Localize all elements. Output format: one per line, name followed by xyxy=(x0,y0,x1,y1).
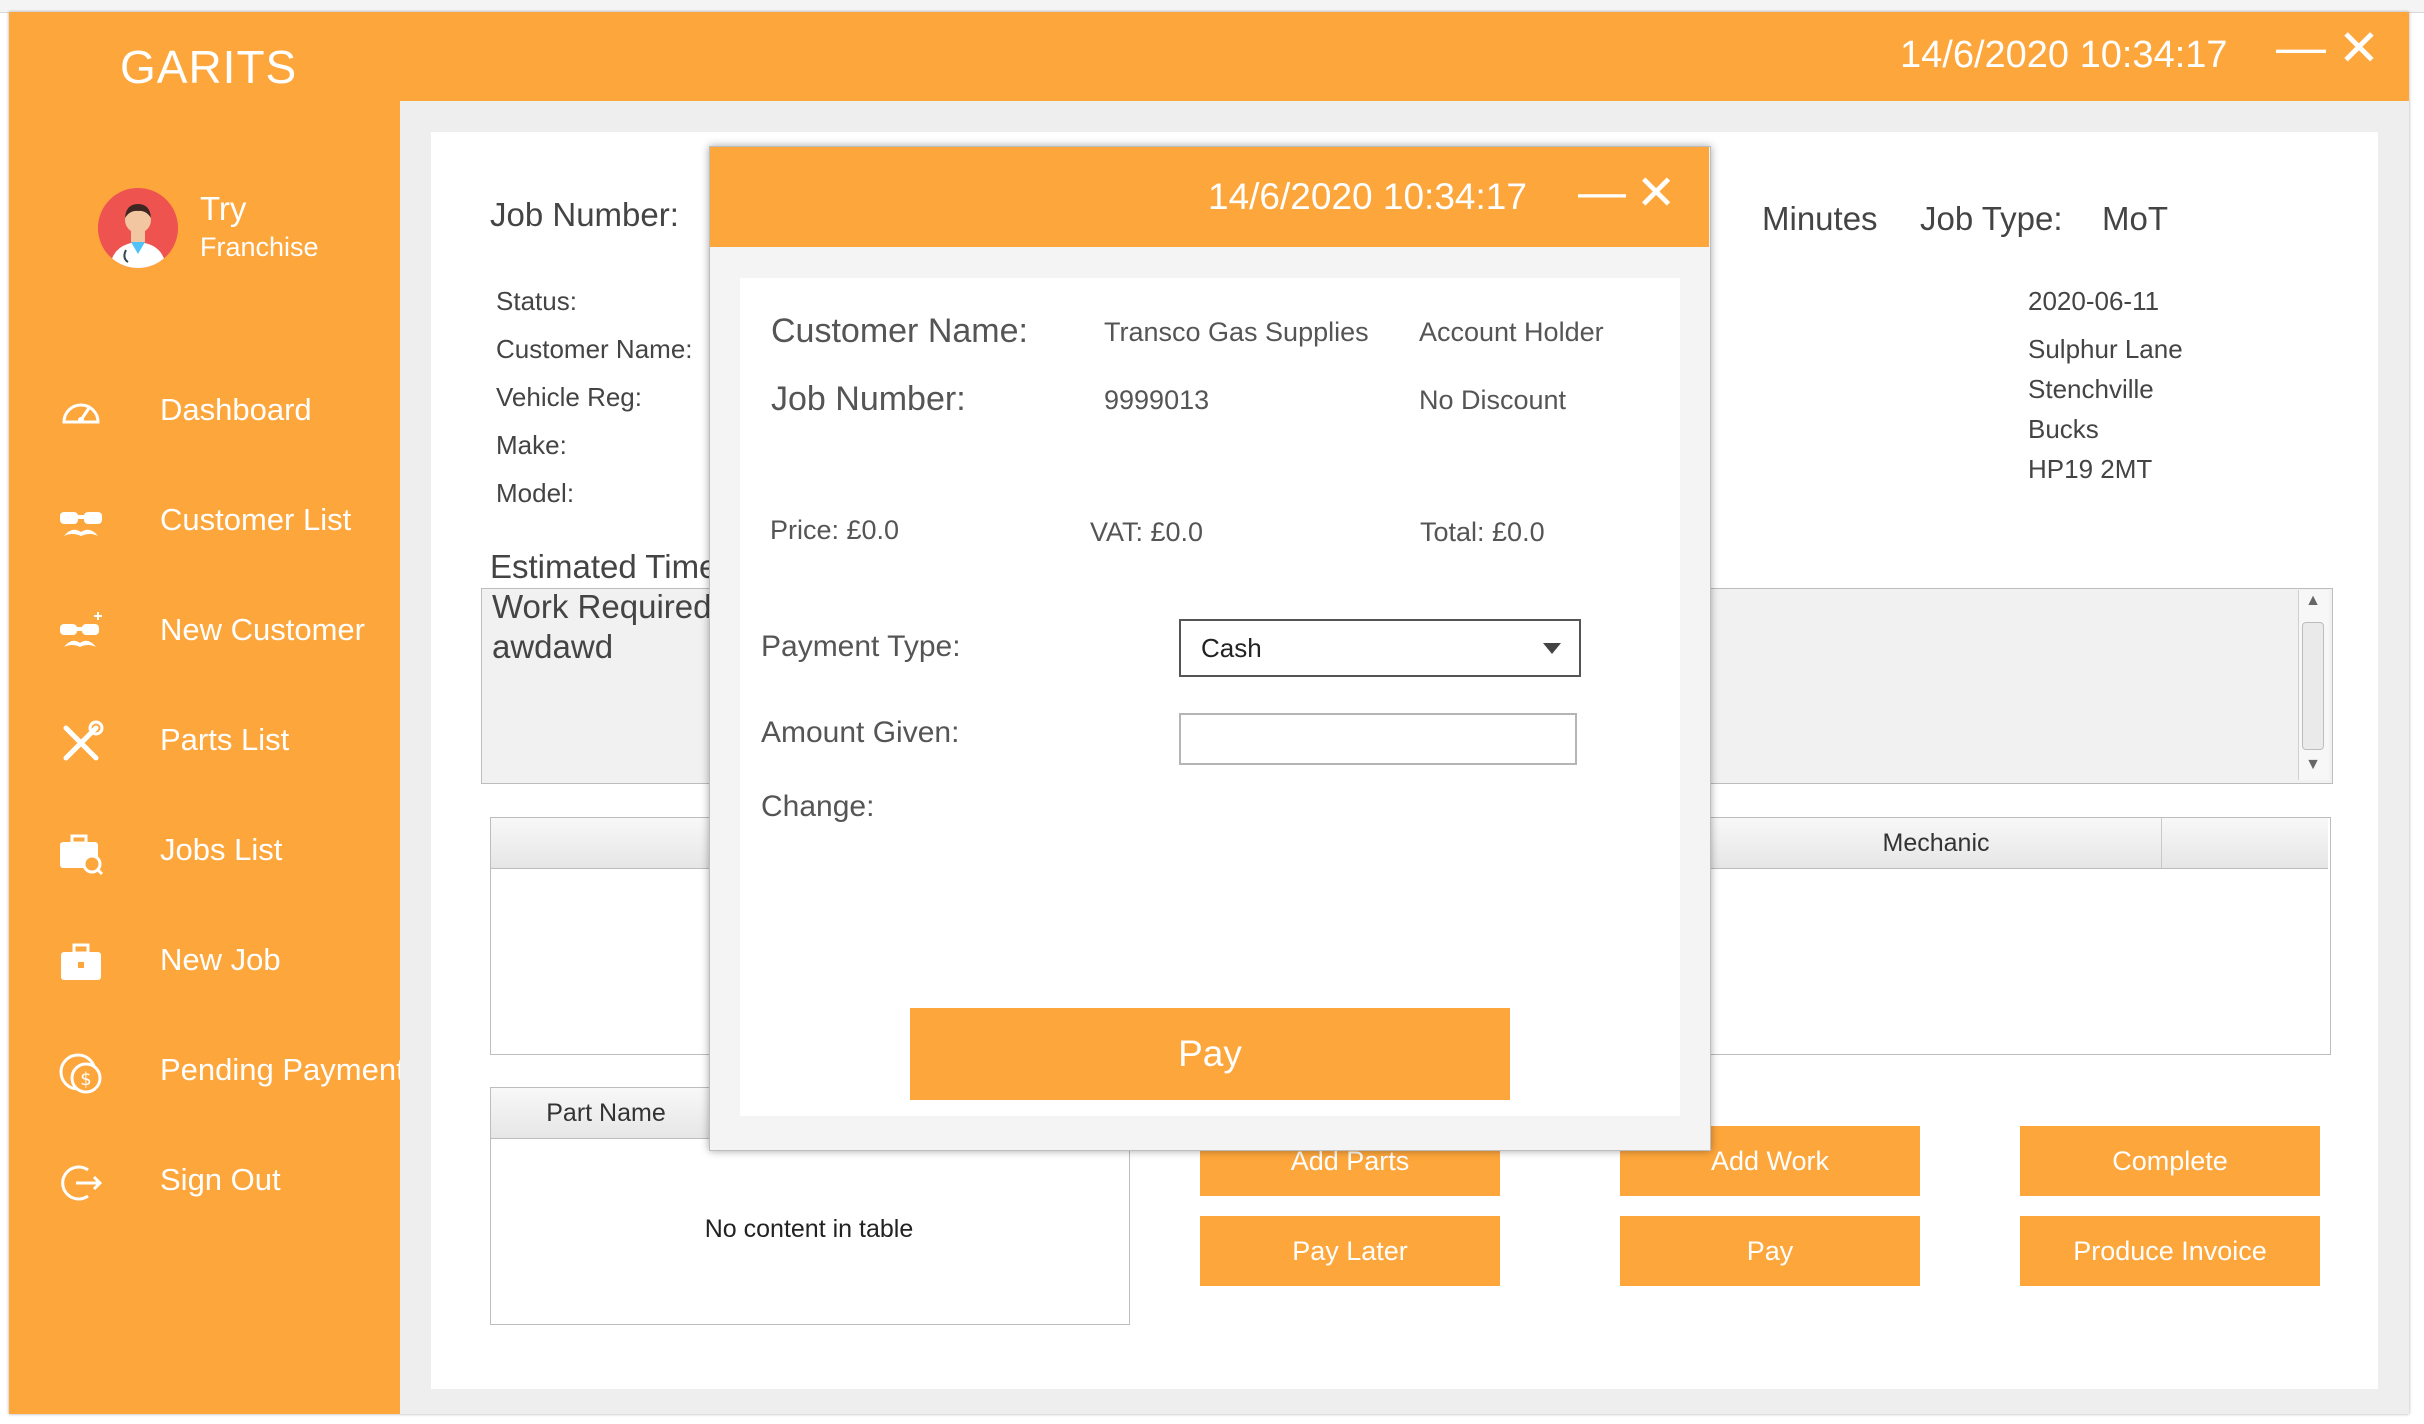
scroll-up-icon[interactable]: ▲ xyxy=(2300,592,2326,616)
payment-type-select[interactable]: Cash xyxy=(1179,619,1581,677)
amount-given-input[interactable] xyxy=(1179,713,1577,765)
sidebar-item-label: New Customer xyxy=(160,612,365,647)
minutes-label: Minutes xyxy=(1762,200,1878,237)
sidebar-item-new-customer[interactable]: New Customer xyxy=(40,588,400,678)
sidebar-item-pending-payment[interactable]: $ Pending Payment xyxy=(40,1028,405,1118)
dialog-discount: No Discount xyxy=(1419,385,1567,415)
customer-name-label: Customer Name: xyxy=(496,334,693,364)
scrollbar-thumb[interactable] xyxy=(2302,622,2324,750)
dialog-customer-name-value: Transco Gas Supplies xyxy=(1104,317,1369,347)
dashboard-icon xyxy=(58,390,104,436)
briefcase-search-icon xyxy=(58,830,104,876)
mustache-glasses-icon xyxy=(58,500,104,546)
job-date-value: 2020-06-11 xyxy=(2028,286,2160,316)
sidebar-item-jobs-list[interactable]: Jobs List xyxy=(40,808,400,898)
sidebar-item-label: Jobs List xyxy=(160,832,283,867)
dialog-customer-name-label: Customer Name: xyxy=(771,312,1028,350)
payment-type-value: Cash xyxy=(1201,633,1262,663)
sidebar-item-label: Parts List xyxy=(160,722,290,757)
sidebar-item-parts-list[interactable]: Parts List xyxy=(40,698,400,788)
make-label: Make: xyxy=(496,430,567,460)
main-clock: 14/6/2020 10:34:17 xyxy=(1900,34,2228,76)
app-title: GARITS xyxy=(120,41,298,93)
pay-button[interactable]: Pay xyxy=(1620,1216,1920,1286)
parts-table-empty-text: No content in table xyxy=(704,1215,914,1243)
sidebar-item-label: Dashboard xyxy=(160,392,312,427)
close-button[interactable]: ✕ xyxy=(2338,23,2380,73)
sidebar-item-label: Sign Out xyxy=(160,1162,281,1197)
vehicle-reg-label: Vehicle Reg: xyxy=(496,382,642,412)
dialog-account-type: Account Holder xyxy=(1419,317,1604,347)
amount-given-label: Amount Given: xyxy=(761,716,960,749)
dialog-price: Price: £0.0 xyxy=(770,515,900,545)
briefcase-icon xyxy=(58,940,104,986)
address-line-1: Sulphur Lane xyxy=(2028,334,2183,364)
dialog-minimize-button[interactable]: — xyxy=(1578,169,1626,217)
dialog-vat: VAT: £0.0 xyxy=(1090,517,1204,547)
scroll-down-icon[interactable]: ▼ xyxy=(2300,756,2326,780)
pay-later-button[interactable]: Pay Later xyxy=(1200,1216,1500,1286)
complete-button[interactable]: Complete xyxy=(2020,1126,2320,1196)
dropdown-arrow-icon xyxy=(1543,643,1561,654)
estimated-time-label: Estimated Time xyxy=(490,548,718,585)
column-header-part-name[interactable]: Part Name xyxy=(491,1088,722,1138)
sidebar-item-sign-out[interactable]: Sign Out xyxy=(40,1138,400,1228)
job-type-label: Job Type: xyxy=(1920,200,2063,237)
sidebar-item-label: New Job xyxy=(160,942,281,977)
minimize-button[interactable]: — xyxy=(2276,22,2326,72)
sidebar-item-dashboard[interactable]: Dashboard xyxy=(40,368,400,458)
user-role: Franchise xyxy=(200,232,319,262)
dialog-clock: 14/6/2020 10:34:17 xyxy=(1208,176,1527,217)
sidebar-item-customer-list[interactable]: Customer List xyxy=(40,478,400,568)
payment-type-label: Payment Type: xyxy=(761,630,961,663)
dialog-job-number-label: Job Number: xyxy=(771,380,966,418)
address-line-2: Stenchville xyxy=(2028,374,2154,404)
sidebar-item-label: Pending Payment xyxy=(160,1052,405,1087)
work-required-text: awdawd xyxy=(492,628,614,665)
produce-invoice-button[interactable]: Produce Invoice xyxy=(2020,1216,2320,1286)
change-label: Change: xyxy=(761,790,875,823)
dialog-pay-button[interactable]: Pay xyxy=(910,1008,1510,1100)
user-name: Try xyxy=(200,190,247,227)
sign-out-icon xyxy=(58,1160,104,1206)
doctor-avatar-icon xyxy=(98,188,178,268)
address-line-3: Bucks xyxy=(2028,414,2099,444)
column-header-mechanic[interactable]: Mechanic xyxy=(1710,818,2162,868)
model-label: Model: xyxy=(496,478,575,508)
sidebar-item-label: Customer List xyxy=(160,502,352,537)
work-required-label: Work Required: xyxy=(492,588,721,625)
dialog-total: Total: £0.0 xyxy=(1420,517,1545,547)
avatar xyxy=(98,188,178,268)
tools-icon xyxy=(58,720,104,766)
dialog-job-number-value: 9999013 xyxy=(1104,385,1210,415)
add-customer-icon xyxy=(58,610,104,656)
sidebar-item-new-job[interactable]: New Job xyxy=(40,918,400,1008)
job-type-value: MoT xyxy=(2102,200,2168,237)
svg-text:$: $ xyxy=(80,1069,91,1090)
address-line-4: HP19 2MT xyxy=(2028,454,2153,484)
dialog-close-button[interactable]: ✕ xyxy=(1636,170,1676,218)
coins-icon: $ xyxy=(58,1050,104,1096)
status-label: Status: xyxy=(496,286,577,316)
job-number-label: Job Number: xyxy=(490,196,679,233)
